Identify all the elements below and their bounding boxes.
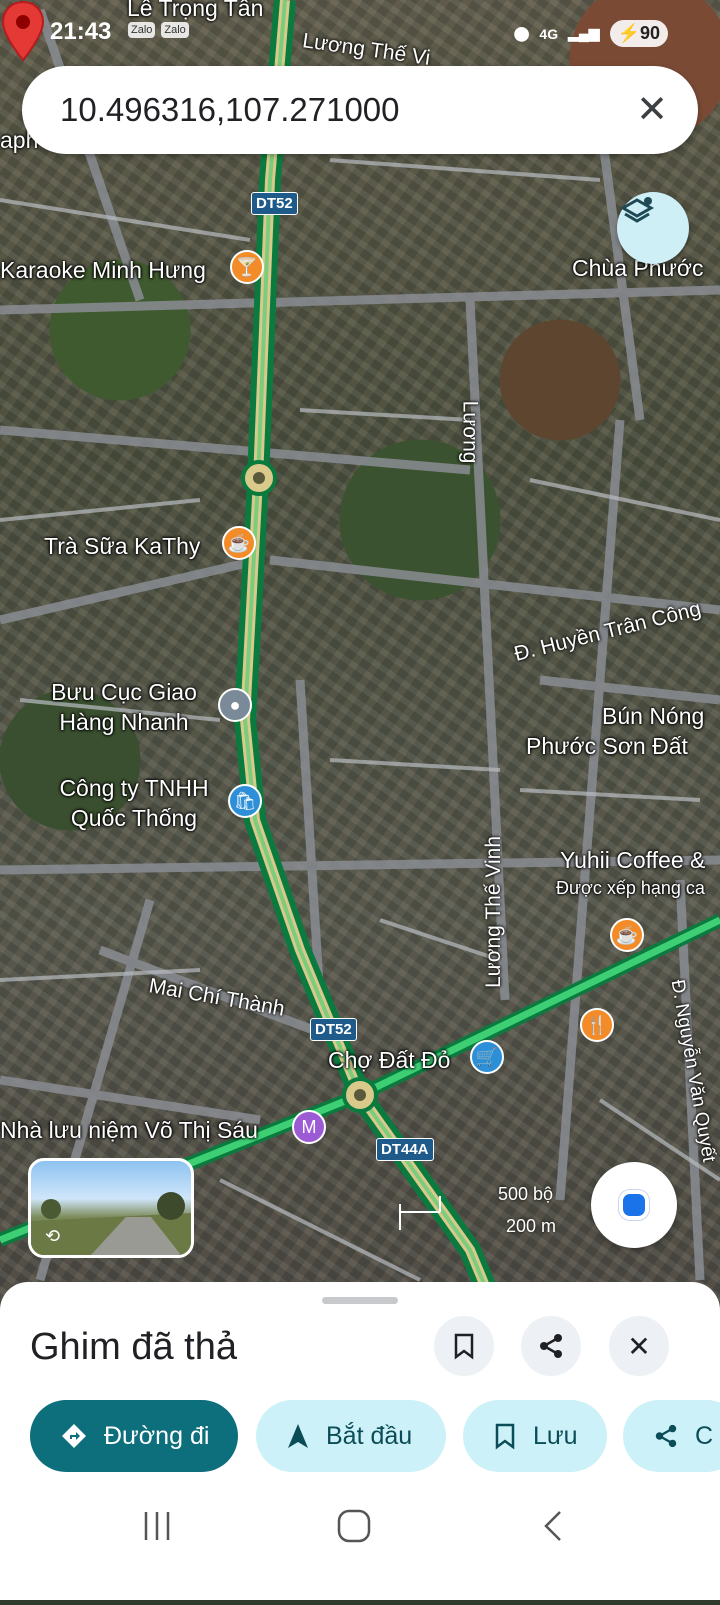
poi-label-cong-ty-1[interactable]: Công ty TNHH: [46, 774, 222, 802]
street-view-thumbnail[interactable]: ⟲: [28, 1158, 194, 1258]
map-scale: 500 bộ 200 m: [398, 1184, 588, 1238]
rotate-360-icon: ⟲: [45, 1226, 61, 1246]
map-roads: [0, 0, 720, 1310]
shopping-bag-icon[interactable]: 🛍: [228, 784, 262, 818]
poi-label-buu-cuc-2[interactable]: Hàng Nhanh: [44, 708, 204, 736]
directions-button[interactable]: Đường đi: [30, 1400, 238, 1472]
navigation-arrow-icon: [286, 1422, 310, 1450]
save-button[interactable]: Lưu: [463, 1400, 607, 1472]
directions-icon: [60, 1422, 88, 1450]
close-icon[interactable]: ✕: [632, 90, 672, 130]
start-label: Bắt đầu: [326, 1421, 413, 1450]
recent-apps-button[interactable]: [140, 1512, 176, 1542]
poi-label-yuhii-rating: Được xếp hạng ca: [556, 878, 705, 898]
search-bar[interactable]: 10.496316,107.271000 ✕: [22, 66, 698, 154]
coffee-icon[interactable]: ☕: [610, 918, 644, 952]
my-location-button[interactable]: [591, 1162, 677, 1248]
location-status-icon: ⬤: [513, 25, 530, 41]
poi-label-cho-dat-do[interactable]: Chợ Đất Đỏ: [328, 1046, 450, 1074]
zalo-icon: Zalo: [128, 22, 156, 38]
battery-indicator: ⚡90: [609, 20, 668, 47]
poi-label-buu-cuc-1[interactable]: Bưu Cục Giao: [44, 678, 204, 706]
poi-label-tra-sua[interactable]: Trà Sữa KaThy: [44, 532, 200, 560]
route-shield-dt44a: DT44A: [376, 1138, 434, 1161]
route-shield-dt52-top: DT52: [251, 192, 298, 215]
place-title: Ghim đã thả: [30, 1326, 237, 1368]
home-button[interactable]: [337, 1509, 371, 1543]
bookmark-icon: [493, 1422, 517, 1450]
drag-handle[interactable]: [322, 1297, 398, 1304]
cafe-icon[interactable]: ☕: [222, 526, 256, 560]
signal-icon: ▂▄▆: [568, 25, 600, 41]
route-shield-dt52-bottom: DT52: [310, 1018, 357, 1041]
save-icon-button[interactable]: [434, 1316, 494, 1376]
bar-icon[interactable]: 🍸: [230, 250, 264, 284]
share-icon-button[interactable]: [521, 1316, 581, 1376]
system-nav-bar: [0, 1480, 720, 1600]
map-view[interactable]: Lê Trọng Tấn Lương Thế Vi aph DT52 Karao…: [0, 0, 720, 1310]
museum-icon[interactable]: M: [292, 1110, 326, 1144]
poi-label-yuhii[interactable]: Yuhii Coffee &: [560, 846, 705, 874]
search-query[interactable]: 10.496316,107.271000: [60, 91, 400, 129]
network-indicator: 4G: [539, 25, 559, 42]
battery-level: 90: [639, 23, 660, 43]
share-icon: [540, 1334, 562, 1358]
close-sheet-button[interactable]: ✕: [609, 1316, 669, 1376]
location-icon[interactable]: ●: [218, 688, 252, 722]
status-bar: 21:43 Zalo Zalo ⬤ 4G ▂▄▆ ⚡90: [0, 14, 720, 50]
poi-label-nha-luu-niem[interactable]: Nhà lưu niệm Võ Thị Sáu: [0, 1116, 258, 1144]
poi-label-bun-1[interactable]: Bún Nóng: [602, 702, 704, 730]
poi-label-cong-ty-2[interactable]: Quốc Thống: [46, 804, 222, 832]
shopping-cart-icon[interactable]: 🛒: [470, 1040, 504, 1074]
poi-label-karaoke[interactable]: Karaoke Minh Hưng: [0, 256, 206, 284]
directions-label: Đường đi: [104, 1421, 210, 1450]
back-button[interactable]: [544, 1511, 561, 1541]
my-location-icon: [619, 1190, 649, 1220]
start-button[interactable]: Bắt đầu: [256, 1400, 446, 1472]
street-label-luong-vertical: Lương: [458, 400, 482, 464]
bookmark-icon: [454, 1333, 474, 1360]
street-label-luong-the-vinh: Lương Thế Vinh: [482, 836, 505, 988]
zalo-icon: Zalo: [161, 22, 189, 38]
poi-label-bun-2[interactable]: Phước Sơn Đất: [526, 732, 688, 760]
layers-button[interactable]: [617, 192, 689, 264]
status-time: 21:43: [50, 18, 112, 45]
share-icon: [653, 1423, 679, 1449]
save-label: Lưu: [533, 1421, 578, 1450]
share-label: C: [695, 1421, 714, 1450]
share-button[interactable]: C: [623, 1400, 720, 1472]
close-icon: ✕: [627, 1330, 651, 1362]
layers-icon: [619, 197, 655, 223]
restaurant-icon[interactable]: 🍴: [580, 1008, 614, 1042]
